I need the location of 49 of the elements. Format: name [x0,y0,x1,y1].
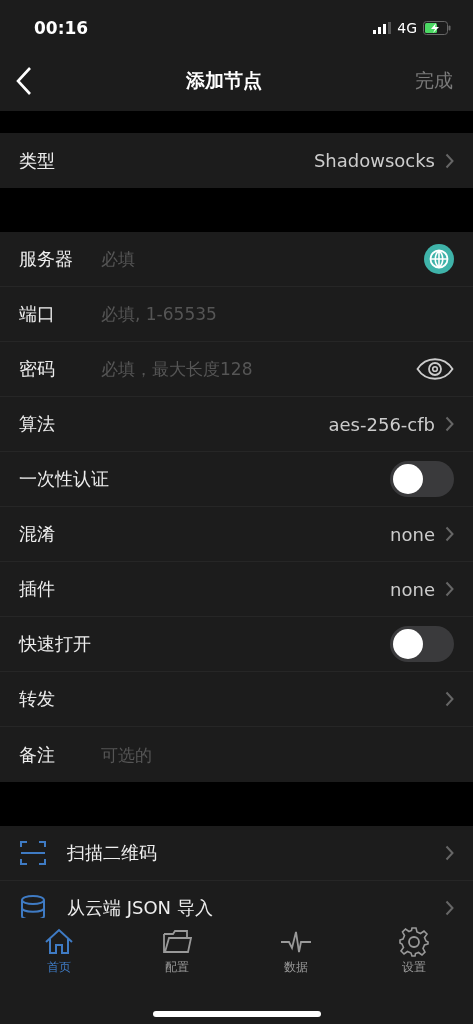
row-label: 扫描二维码 [67,841,158,865]
chevron-icon [445,581,454,597]
chevron-icon [445,691,454,707]
tab-item[interactable]: 数据 [236,926,355,976]
row-label: 混淆 [19,522,56,546]
toggle-switch[interactable] [390,461,454,497]
chevron-icon [445,900,454,916]
toggle-switch[interactable] [390,626,454,662]
chevron-icon [445,416,454,432]
tab-item[interactable]: 首页 [0,926,119,976]
chevron-icon [445,845,454,861]
back-button[interactable] [16,65,32,96]
type-row[interactable]: 类型 Shadowsocks [0,133,473,188]
row-value: Shadowsocks [313,150,435,171]
row-label: 一次性认证 [19,467,109,491]
row-value: none [390,523,435,545]
database-icon [19,894,47,918]
row-label: 算法 [19,412,56,436]
done-button[interactable]: 完成 [415,67,453,94]
chevron-icon [445,526,454,542]
scan-icon [19,839,47,867]
picker-row[interactable]: 混淆 none [0,507,473,562]
row-label: 从云端 JSON 导入 [67,896,214,918]
page-title: 添加节点 [185,67,262,93]
row-label: 端口 [19,302,56,326]
settings-icon [397,926,430,958]
chevron-icon [445,152,454,169]
row-label: 备注 [19,742,56,767]
row-label: 插件 [19,577,56,601]
picker-row[interactable]: 算法 aes-256-cfb [0,397,473,452]
row-value: aes-256-cfb [328,413,435,435]
row-label: 快速打开 [19,632,91,656]
picker-row[interactable]: 插件 none [0,562,473,617]
globe-icon [424,244,454,274]
row-label: 类型 [19,148,56,173]
eye-icon [416,357,454,381]
network-label: 4G [397,20,417,36]
tab-item[interactable]: 配置 [118,926,237,976]
link-row[interactable]: 转发 [0,672,473,727]
row-label: 密码 [19,357,56,381]
status-time: 00:16 [34,18,89,38]
row-value: none [390,578,435,600]
input-field[interactable]: 可选的 [101,744,454,765]
battery-icon [423,21,451,35]
row-label: 转发 [19,687,56,711]
signal-icon [373,22,392,34]
row-label: 服务器 [19,247,74,271]
tab-item[interactable]: 设置 [354,926,473,976]
action-row[interactable]: 扫描二维码 [0,826,473,881]
